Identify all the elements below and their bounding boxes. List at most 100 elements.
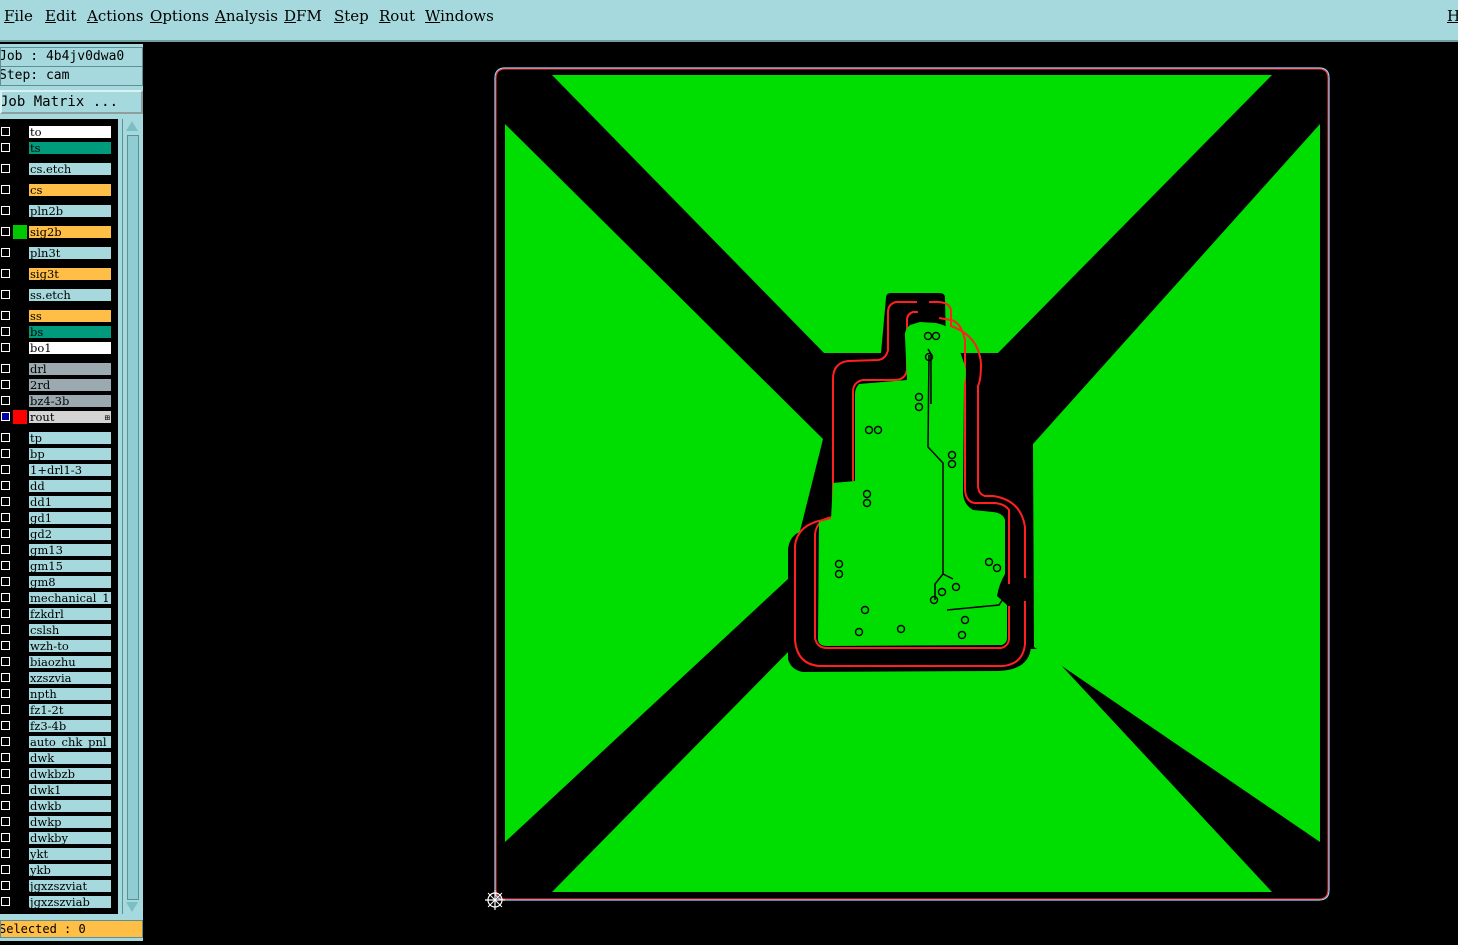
layer-checkbox[interactable] bbox=[1, 609, 10, 618]
layer-checkbox[interactable] bbox=[1, 185, 10, 194]
layer-row[interactable]: ts bbox=[0, 141, 118, 155]
layer-row[interactable]: dwkby bbox=[0, 831, 118, 845]
layer-checkbox[interactable] bbox=[1, 593, 10, 602]
layer-row[interactable]: dwk1 bbox=[0, 783, 118, 797]
menu-analysis[interactable]: Analysis bbox=[215, 7, 278, 25]
layer-checkbox[interactable] bbox=[1, 513, 10, 522]
layer-checkbox[interactable] bbox=[1, 625, 10, 634]
scroll-up-arrow-icon[interactable] bbox=[126, 121, 138, 131]
layer-checkbox[interactable] bbox=[1, 673, 10, 682]
graphic-canvas[interactable] bbox=[143, 44, 1458, 941]
layer-name[interactable]: cslsh bbox=[28, 623, 112, 637]
layer-checkbox[interactable] bbox=[1, 433, 10, 442]
layer-name[interactable]: ykb bbox=[28, 863, 112, 877]
layer-name[interactable]: jgxzszviat bbox=[28, 879, 112, 893]
layer-name[interactable]: bp bbox=[28, 447, 112, 461]
layer-name[interactable]: rout ⊞ bbox=[28, 410, 112, 424]
layer-row[interactable]: dwkp bbox=[0, 815, 118, 829]
layer-name[interactable]: to bbox=[28, 125, 112, 139]
layer-name[interactable]: dwkp bbox=[28, 815, 112, 829]
layer-row[interactable]: cslsh bbox=[0, 623, 118, 637]
layer-row[interactable]: npth bbox=[0, 687, 118, 701]
layer-name[interactable]: gm8 bbox=[28, 575, 112, 589]
layer-row[interactable]: fz1-2t bbox=[0, 703, 118, 717]
layer-checkbox[interactable] bbox=[1, 206, 10, 215]
layer-row[interactable]: gd2 bbox=[0, 527, 118, 541]
layer-name[interactable]: wzh-to bbox=[28, 639, 112, 653]
layer-row[interactable]: cs.etch bbox=[0, 162, 118, 176]
menu-windows[interactable]: Windows bbox=[425, 7, 494, 25]
layer-checkbox[interactable] bbox=[1, 327, 10, 336]
layer-name[interactable]: dd bbox=[28, 479, 112, 493]
layer-name[interactable]: dwk1 bbox=[28, 783, 112, 797]
layer-checkbox[interactable] bbox=[1, 143, 10, 152]
layer-name[interactable]: gm13 bbox=[28, 543, 112, 557]
layer-checkbox[interactable] bbox=[1, 561, 10, 570]
menu-file[interactable]: File bbox=[4, 7, 33, 25]
layer-row[interactable]: mechanical_1 bbox=[0, 591, 118, 605]
layer-color-swatch[interactable] bbox=[13, 225, 27, 239]
layer-name[interactable]: sig3t bbox=[28, 267, 112, 281]
layer-name[interactable]: gm15 bbox=[28, 559, 112, 573]
layer-name[interactable]: pln2b bbox=[28, 204, 112, 218]
scroll-thumb[interactable] bbox=[127, 135, 139, 900]
layer-checkbox[interactable] bbox=[1, 127, 10, 136]
layer-checkbox[interactable] bbox=[1, 833, 10, 842]
layer-row[interactable]: sig2b bbox=[0, 225, 118, 239]
layer-name[interactable]: fzkdrl bbox=[28, 607, 112, 621]
layer-name[interactable]: mechanical_1 bbox=[28, 591, 112, 605]
layer-row[interactable]: bz4-3b bbox=[0, 394, 118, 408]
layer-checkbox[interactable] bbox=[1, 248, 10, 257]
layer-checkbox[interactable] bbox=[1, 380, 10, 389]
layer-name[interactable]: gd1 bbox=[28, 511, 112, 525]
layer-row[interactable]: dwk bbox=[0, 751, 118, 765]
layer-name[interactable]: npth bbox=[28, 687, 112, 701]
layer-name[interactable]: jgxzszviab bbox=[28, 895, 112, 909]
layer-name[interactable]: dwkby bbox=[28, 831, 112, 845]
layer-name[interactable]: 2rd bbox=[28, 378, 112, 392]
layer-name[interactable]: fz1-2t bbox=[28, 703, 112, 717]
layer-checkbox[interactable] bbox=[1, 396, 10, 405]
menu-rout[interactable]: Rout bbox=[379, 7, 415, 25]
layer-checkbox[interactable] bbox=[1, 545, 10, 554]
layer-name[interactable]: drl bbox=[28, 362, 112, 376]
layer-row[interactable]: gm13 bbox=[0, 543, 118, 557]
layer-name[interactable]: ykt bbox=[28, 847, 112, 861]
layer-name[interactable]: bo1 bbox=[28, 341, 112, 355]
layer-row[interactable]: pln2b bbox=[0, 204, 118, 218]
layer-checkbox[interactable] bbox=[1, 753, 10, 762]
scroll-down-arrow-icon[interactable] bbox=[126, 902, 138, 912]
layer-row[interactable]: biaozhu bbox=[0, 655, 118, 669]
layer-row[interactable]: wzh-to bbox=[0, 639, 118, 653]
layer-row[interactable]: dwkb bbox=[0, 799, 118, 813]
menu-dfm[interactable]: DFM bbox=[284, 7, 322, 25]
layer-checkbox[interactable] bbox=[1, 497, 10, 506]
layer-name[interactable]: xzszvia bbox=[28, 671, 112, 685]
layer-row[interactable]: 1+drl1-3 bbox=[0, 463, 118, 477]
layer-checkbox[interactable] bbox=[1, 311, 10, 320]
layer-checkbox[interactable] bbox=[1, 865, 10, 874]
layer-checkbox[interactable] bbox=[1, 737, 10, 746]
layer-row[interactable]: gm15 bbox=[0, 559, 118, 573]
layer-name[interactable]: ts bbox=[28, 141, 112, 155]
layer-checkbox[interactable] bbox=[1, 364, 10, 373]
layer-row[interactable]: dd1 bbox=[0, 495, 118, 509]
layer-name[interactable]: auto_chk_pnl bbox=[28, 735, 112, 749]
layer-checkbox[interactable] bbox=[1, 164, 10, 173]
layer-checkbox[interactable] bbox=[1, 657, 10, 666]
layer-name[interactable]: cs bbox=[28, 183, 112, 197]
layer-name[interactable]: ss bbox=[28, 309, 112, 323]
layer-name[interactable]: bz4-3b bbox=[28, 394, 112, 408]
layer-checkbox[interactable] bbox=[1, 449, 10, 458]
layer-name[interactable]: bs bbox=[28, 325, 112, 339]
layer-checkbox[interactable] bbox=[1, 481, 10, 490]
layer-row[interactable]: ykt bbox=[0, 847, 118, 861]
layer-row[interactable]: rout ⊞ bbox=[0, 410, 118, 424]
layer-checkbox[interactable] bbox=[1, 769, 10, 778]
menu-edit[interactable]: Edit bbox=[45, 7, 76, 25]
layer-row[interactable]: xzszvia bbox=[0, 671, 118, 685]
layer-checkbox[interactable] bbox=[1, 705, 10, 714]
layer-checkbox[interactable] bbox=[1, 689, 10, 698]
layer-scrollbar[interactable] bbox=[122, 119, 141, 914]
layer-row[interactable]: bo1 bbox=[0, 341, 118, 355]
